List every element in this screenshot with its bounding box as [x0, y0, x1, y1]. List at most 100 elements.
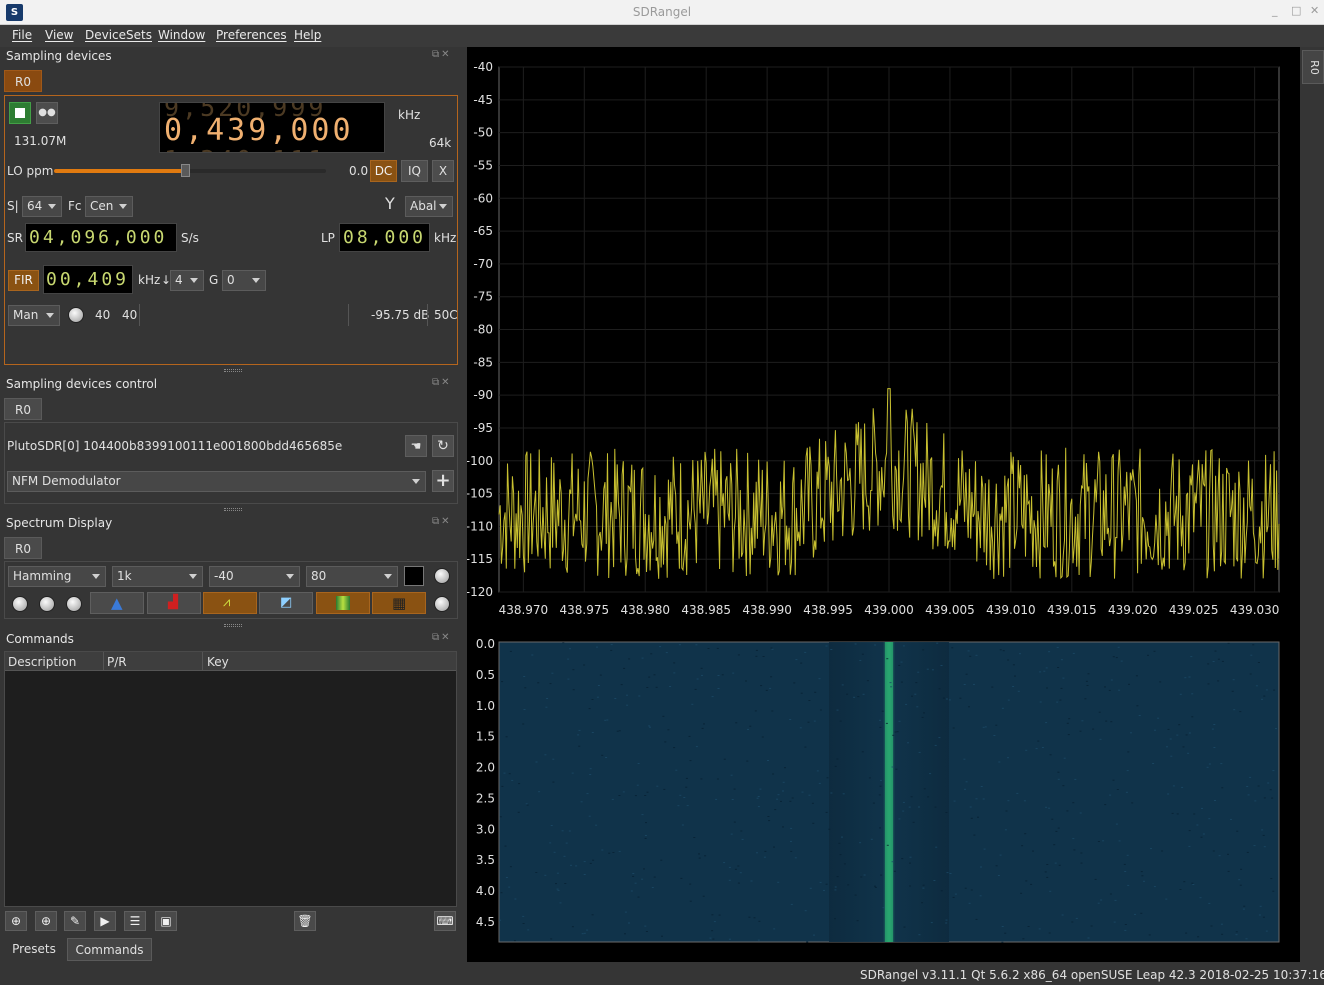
lo-ppm-slider[interactable]: [54, 164, 326, 177]
trace-color-button[interactable]: [404, 566, 424, 586]
dock-splitter[interactable]: [224, 624, 242, 627]
waterfall-speckle: [1007, 757, 1009, 759]
waterfall-speckle: [504, 845, 507, 847]
sample-rate-dial[interactable]: 04,096,000: [25, 223, 177, 252]
range-select[interactable]: 80: [306, 566, 398, 587]
waterfall-speckle: [763, 856, 766, 858]
waterfall-speckle: [982, 798, 985, 800]
waterfall-speckle: [1275, 728, 1277, 730]
iq-button[interactable]: IQ: [401, 160, 428, 182]
save-commands-button[interactable]: ▣: [155, 911, 177, 931]
waterfall-speckle: [551, 672, 554, 674]
ref-level-select[interactable]: -40: [209, 566, 300, 587]
start-stop-button[interactable]: [9, 102, 31, 124]
waterfall-speckle: [1124, 871, 1127, 872]
max-hold-button[interactable]: ▟: [147, 592, 201, 614]
waterfall-speckle: [910, 796, 913, 798]
swap-select[interactable]: 64: [22, 196, 62, 217]
add-group-button[interactable]: ⊕: [35, 911, 57, 931]
waterfall-speckle: [1072, 838, 1075, 840]
tab-r0-sampling[interactable]: R0: [4, 70, 42, 92]
dock-splitter[interactable]: [224, 508, 242, 511]
waterfall-speckle: [747, 728, 749, 730]
y-tick-label: -85: [473, 355, 493, 369]
histogram-button[interactable]: ◩: [259, 592, 313, 614]
fft-window-select[interactable]: Hamming: [8, 566, 106, 587]
fc-select[interactable]: Cen: [85, 196, 133, 217]
menu-window[interactable]: Window: [158, 28, 205, 42]
menu-help[interactable]: Help: [294, 28, 321, 42]
dock-float-close-icon[interactable]: ⧉✕: [432, 49, 452, 60]
lowpass-dial[interactable]: 08,000: [339, 223, 430, 252]
y-tick-label: -95: [473, 421, 493, 435]
waterfall-speckle: [1246, 786, 1249, 787]
add-command-button[interactable]: ⊕: [5, 911, 27, 931]
col-pr[interactable]: P/R: [107, 655, 127, 669]
record-button[interactable]: ●●: [36, 102, 58, 124]
fir-button[interactable]: FIR: [8, 270, 39, 291]
menu-view[interactable]: View: [45, 28, 73, 42]
command-list-button[interactable]: ☰: [124, 911, 146, 931]
fir-decim-select[interactable]: 4: [170, 270, 204, 291]
fir-bandwidth-dial[interactable]: 00,409: [43, 265, 133, 294]
waterfall-speckle: [879, 785, 882, 787]
fir-gain-select[interactable]: 0: [222, 270, 266, 291]
dock-float-close-icon[interactable]: ⧉✕: [432, 516, 452, 527]
col-description[interactable]: Description: [8, 655, 76, 669]
minimize-icon[interactable]: _: [1272, 4, 1278, 17]
waterfall-button[interactable]: [316, 592, 370, 614]
spectrogram-3d-button[interactable]: ▲: [90, 592, 144, 614]
channel-select[interactable]: NFM Demodulator: [7, 471, 426, 492]
waterfall-speckle: [1134, 913, 1136, 915]
dc-button[interactable]: DC: [370, 160, 397, 182]
spectrum-chart[interactable]: -40 -45 -50 -55 -60 -65 -70 -75 -80 -85 -90 -95 -100…: [466, 47, 1300, 962]
delete-command-button[interactable]: 🗑: [294, 911, 316, 931]
edit-command-button[interactable]: ✎: [64, 911, 86, 931]
col-key[interactable]: Key: [207, 655, 229, 669]
tab-commands[interactable]: Commands: [67, 938, 152, 961]
decay-knob[interactable]: [434, 568, 450, 584]
waterfall-speckle: [608, 852, 611, 854]
run-command-button[interactable]: ▶: [94, 911, 116, 931]
gain-knob[interactable]: [68, 307, 84, 323]
tab-presets[interactable]: Presets: [4, 938, 64, 961]
center-frequency-dial[interactable]: 9,520,999 0,439,000 1,340,111: [159, 102, 385, 153]
maximize-icon[interactable]: □: [1291, 4, 1301, 17]
tab-r0-spectrum[interactable]: R0: [4, 537, 42, 559]
waterfall-speckle: [934, 744, 937, 746]
menu-devicesets[interactable]: DeviceSets: [85, 28, 152, 42]
current-spectrum-button[interactable]: ⩘: [203, 592, 257, 614]
spectrum-view[interactable]: -40 -45 -50 -55 -60 -65 -70 -75 -80 -85 -90 -95 -100…: [466, 47, 1300, 962]
add-channel-button[interactable]: +: [432, 470, 454, 492]
waterfall-speckle: [562, 642, 565, 644]
waterfall-speckle: [567, 678, 570, 680]
gain-mode-select[interactable]: Man: [8, 305, 60, 326]
device-reload-button[interactable]: ↻: [432, 435, 454, 457]
dock-float-close-icon[interactable]: ⧉✕: [432, 632, 452, 643]
waterfall-speckle: [789, 719, 792, 720]
tab-r0-spectrum-view[interactable]: R0: [1302, 50, 1324, 84]
dock-float-close-icon[interactable]: ⧉✕: [432, 377, 452, 388]
menu-file[interactable]: File: [12, 28, 32, 42]
lp-unit: kHz: [434, 231, 457, 245]
linear-knob[interactable]: [39, 596, 55, 612]
grid-button[interactable]: ▦: [372, 592, 426, 614]
grid-intensity-knob[interactable]: [434, 596, 450, 612]
stroke-knob[interactable]: [66, 596, 82, 612]
waterfall-speckle: [898, 664, 901, 666]
menu-preferences[interactable]: Preferences: [216, 28, 287, 42]
waterfall-speckle: [651, 887, 654, 888]
lo-ppm-slider-handle[interactable]: [180, 164, 190, 177]
commands-table[interactable]: Description P/R Key: [4, 651, 457, 907]
tab-r0-control[interactable]: R0: [4, 398, 42, 420]
averaging-knob[interactable]: [12, 596, 28, 612]
close-icon[interactable]: ✕: [1310, 4, 1319, 17]
dock-splitter[interactable]: [224, 369, 242, 372]
fft-size-select[interactable]: 1k: [112, 566, 203, 587]
antenna-select[interactable]: Abal: [405, 196, 453, 217]
waterfall-speckle: [1247, 794, 1250, 796]
x-button[interactable]: X: [432, 160, 454, 182]
device-select-button[interactable]: ☚: [405, 435, 427, 457]
keyboard-capture-button[interactable]: ⌨: [434, 911, 456, 931]
waterfall-speckle: [1238, 879, 1241, 881]
